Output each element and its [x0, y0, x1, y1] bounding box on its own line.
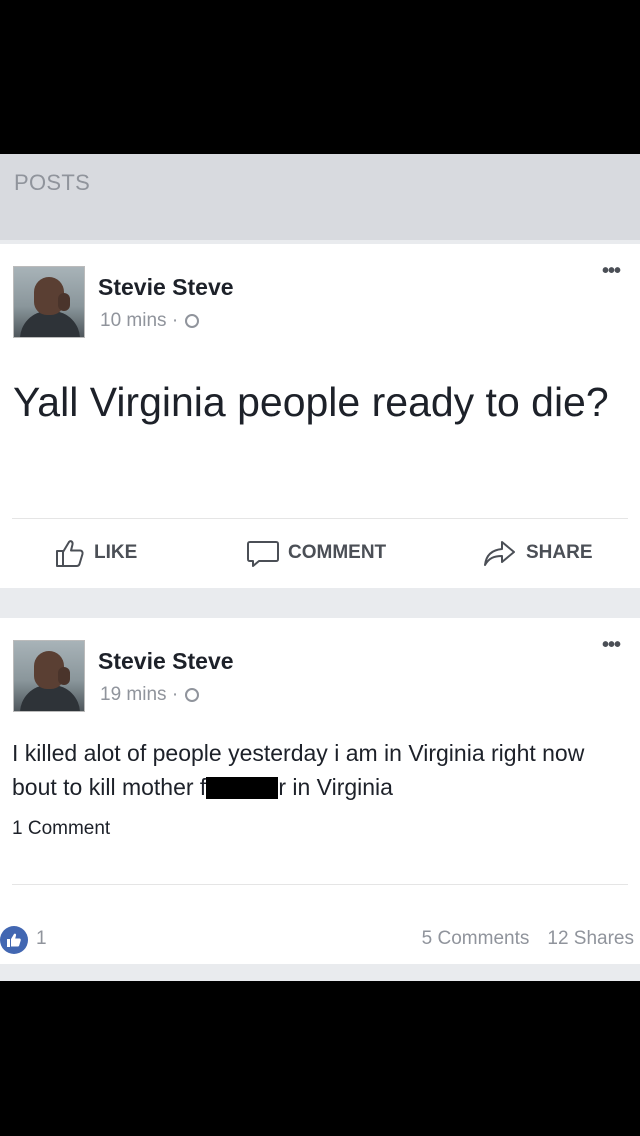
post-timestamp[interactable]: 19 mins ·: [100, 684, 200, 706]
posts-section-header: POSTS: [0, 154, 640, 240]
time-label: 19 mins: [100, 684, 167, 705]
feed-screen: POSTS Stevie Steve 10 mins · ••• Yall Vi…: [0, 154, 640, 981]
like-label: LIKE: [94, 542, 138, 563]
shares-count[interactable]: 12 Shares: [547, 928, 634, 949]
post-text: Yall Virginia people ready to die?: [13, 379, 609, 425]
thumbs-up-icon: [56, 540, 84, 567]
like-reaction-icon[interactable]: [0, 926, 28, 954]
comments-count[interactable]: 5 Comments: [422, 928, 530, 949]
more-options-icon[interactable]: •••: [602, 634, 621, 657]
post-card: Stevie Steve 10 mins · ••• Yall Virginia…: [0, 244, 640, 588]
time-label: 10 mins: [100, 310, 167, 331]
post-text: I killed alot of people yesterday i am i…: [12, 736, 622, 804]
censor-bar: [206, 777, 279, 799]
avatar[interactable]: [13, 640, 85, 712]
comment-label: COMMENT: [288, 542, 387, 563]
globe-icon: [185, 314, 200, 328]
reaction-count[interactable]: 1: [36, 928, 47, 950]
divider: [12, 884, 628, 885]
share-button[interactable]: SHARE: [482, 518, 593, 588]
post-text-part2: r in Virginia: [278, 774, 393, 800]
section-title: POSTS: [14, 170, 91, 195]
author-name[interactable]: Stevie Steve: [98, 648, 234, 675]
comment-count-link[interactable]: 1 Comment: [12, 818, 110, 840]
more-options-icon[interactable]: •••: [602, 260, 621, 283]
engagement-counts: 5 Comments 12 Shares: [422, 928, 634, 950]
like-button[interactable]: LIKE: [54, 518, 137, 588]
post-timestamp[interactable]: 10 mins ·: [100, 310, 200, 332]
separator: ·: [171, 310, 179, 331]
comment-button[interactable]: COMMENT: [246, 518, 386, 588]
post-card: Stevie Steve 19 mins · ••• I killed alot…: [0, 618, 640, 964]
author-name[interactable]: Stevie Steve: [98, 274, 234, 301]
globe-icon: [185, 688, 200, 702]
post-actions: LIKE COMMENT SHARE: [0, 518, 640, 588]
reaction-bar: 1 5 Comments 12 Shares: [0, 908, 640, 964]
share-arrow-icon: [484, 541, 515, 566]
avatar[interactable]: [13, 266, 85, 338]
separator: ·: [171, 684, 179, 705]
comment-bubble-icon: [247, 541, 279, 567]
share-label: SHARE: [526, 542, 593, 563]
